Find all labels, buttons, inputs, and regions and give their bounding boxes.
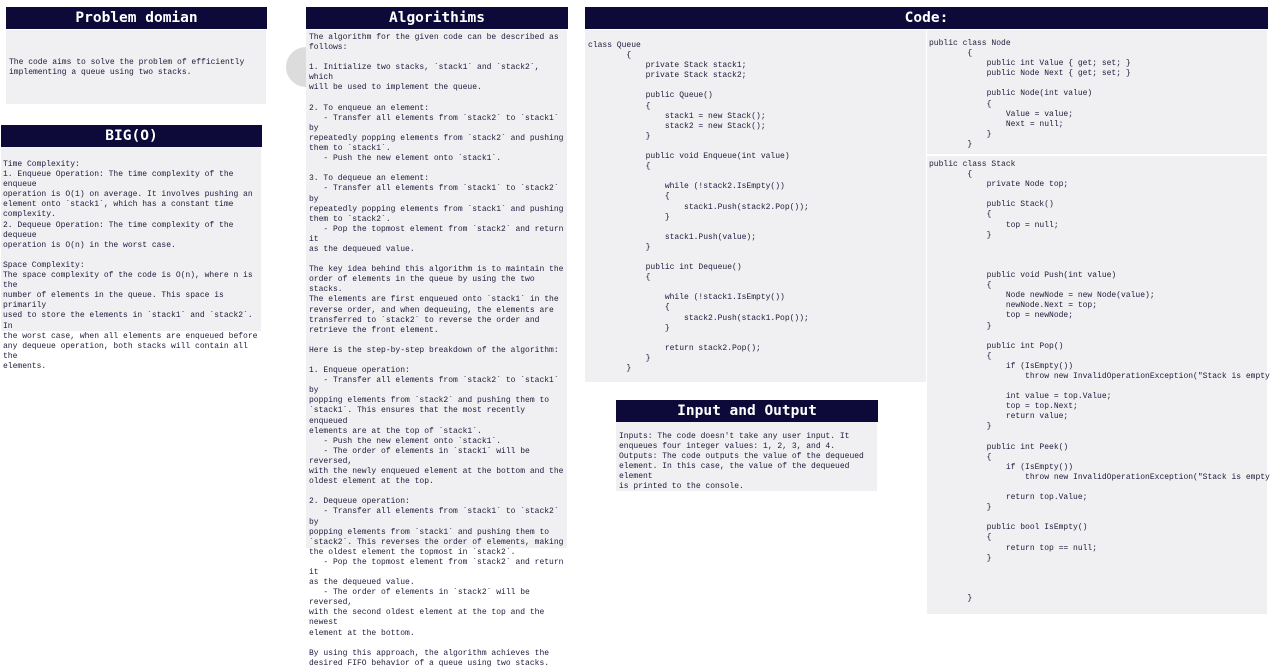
input-output-text: Inputs: The code doesn't take any user i…: [619, 432, 864, 492]
stack-class-code: public class Stack { private Node top; p…: [929, 160, 1270, 604]
input-output-title: Input and Output: [616, 400, 878, 422]
problem-domain-title: Problem domian: [6, 7, 267, 29]
big-o-title: BIG(O): [1, 125, 262, 147]
big-o-text: Time Complexity: 1. Enqueue Operation: T…: [3, 160, 258, 371]
code-title: Code:: [585, 7, 1268, 29]
problem-domain-text: The code aims to solve the problem of ef…: [9, 58, 245, 78]
algorithms-title: Algorithims: [306, 7, 568, 29]
node-class-code: public class Node { public int Value { g…: [929, 39, 1131, 149]
algorithms-text: The algorithm for the given code can be …: [309, 33, 564, 668]
queue-class-code: class Queue { private Stack stack1; priv…: [588, 41, 809, 373]
